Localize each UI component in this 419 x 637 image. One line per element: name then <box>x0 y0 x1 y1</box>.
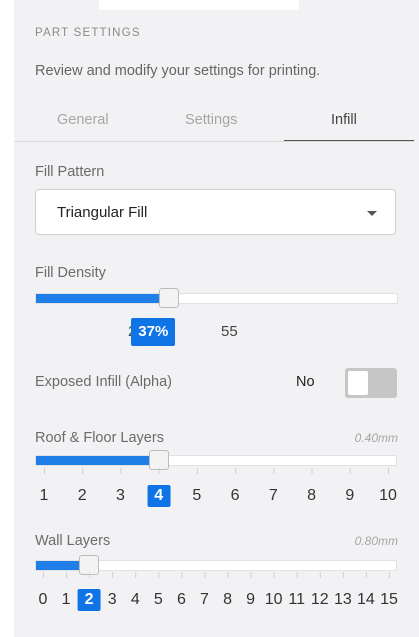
roof-floor-scale: 1 2 3 4 5 6 7 8 9 10 <box>35 485 397 509</box>
fill-density-thumb[interactable] <box>159 288 180 308</box>
scale-number[interactable]: 3 <box>116 487 125 505</box>
scale-number[interactable]: 14 <box>357 591 375 609</box>
tabs-divider <box>14 141 414 142</box>
scale-number[interactable]: 9 <box>345 487 354 505</box>
fill-density-track[interactable] <box>35 293 398 304</box>
scale-number[interactable]: 8 <box>307 487 316 505</box>
caret-down-icon <box>367 211 377 216</box>
fill-density-fill <box>36 294 161 303</box>
scale-number-selected[interactable]: 2 <box>77 589 101 611</box>
fill-pattern-value: Triangular Fill <box>57 204 148 221</box>
toggle-knob <box>348 371 368 395</box>
exposed-infill-toggle[interactable] <box>345 368 397 398</box>
wall-layers-scale: 0 1 2 3 4 5 6 7 8 9 10 11 12 13 14 15 <box>35 589 398 613</box>
roof-floor-track[interactable] <box>35 455 397 466</box>
panel-subtitle: Review and modify your settings for prin… <box>35 63 321 79</box>
scale-number[interactable]: 10 <box>265 591 283 609</box>
fill-pattern-select[interactable]: Triangular Fill <box>35 189 396 235</box>
scale-number[interactable]: 5 <box>192 487 201 505</box>
scale-number[interactable]: 7 <box>269 487 278 505</box>
roof-floor-thumb[interactable] <box>148 450 169 470</box>
fill-pattern-label: Fill Pattern <box>35 164 105 180</box>
part-settings-panel: PART SETTINGS Review and modify your set… <box>14 0 419 637</box>
top-strip <box>99 0 299 10</box>
roof-floor-fill <box>36 456 156 465</box>
roof-floor-ticks <box>35 468 397 474</box>
fill-density-value-badge: 37% <box>131 318 176 346</box>
scale-number[interactable]: 5 <box>154 591 163 609</box>
scale-number[interactable]: 11 <box>288 591 305 609</box>
scale-number[interactable]: 6 <box>177 591 186 609</box>
exposed-infill-state: No <box>296 374 315 390</box>
exposed-infill-label: Exposed Infill (Alpha) <box>35 374 173 390</box>
scale-number[interactable]: 1 <box>62 591 71 609</box>
scale-number[interactable]: 10 <box>379 487 397 505</box>
wall-layers-measure: 0.80mm <box>354 534 398 548</box>
scale-number[interactable]: 4 <box>131 591 140 609</box>
wall-layers-label: Wall Layers <box>35 533 111 549</box>
scale-number[interactable]: 6 <box>231 487 240 505</box>
scale-number[interactable]: 3 <box>108 591 117 609</box>
scale-number[interactable]: 8 <box>223 591 232 609</box>
scale-number[interactable]: 2 <box>78 487 87 505</box>
tab-bar: General Settings Infill <box>14 100 419 142</box>
scale-number[interactable]: 9 <box>246 591 255 609</box>
scale-number[interactable]: 0 <box>39 591 48 609</box>
scale-number[interactable]: 12 <box>311 591 329 609</box>
roof-floor-label: Roof & Floor Layers <box>35 430 164 446</box>
tab-infill[interactable]: Infill <box>331 112 357 128</box>
tab-settings[interactable]: Settings <box>185 112 237 128</box>
scale-number[interactable]: 1 <box>40 487 49 505</box>
tab-general[interactable]: General <box>57 112 109 128</box>
scale-number[interactable]: 13 <box>334 591 352 609</box>
scale-number-selected[interactable]: 4 <box>147 485 171 507</box>
fill-density-label: Fill Density <box>35 265 106 281</box>
scale-number[interactable]: 15 <box>380 591 398 609</box>
roof-floor-measure: 0.40mm <box>354 431 398 445</box>
section-title: PART SETTINGS <box>35 27 141 39</box>
wall-layers-ticks <box>35 572 397 578</box>
fill-density-max: 55 <box>221 323 238 340</box>
scale-number[interactable]: 7 <box>200 591 209 609</box>
